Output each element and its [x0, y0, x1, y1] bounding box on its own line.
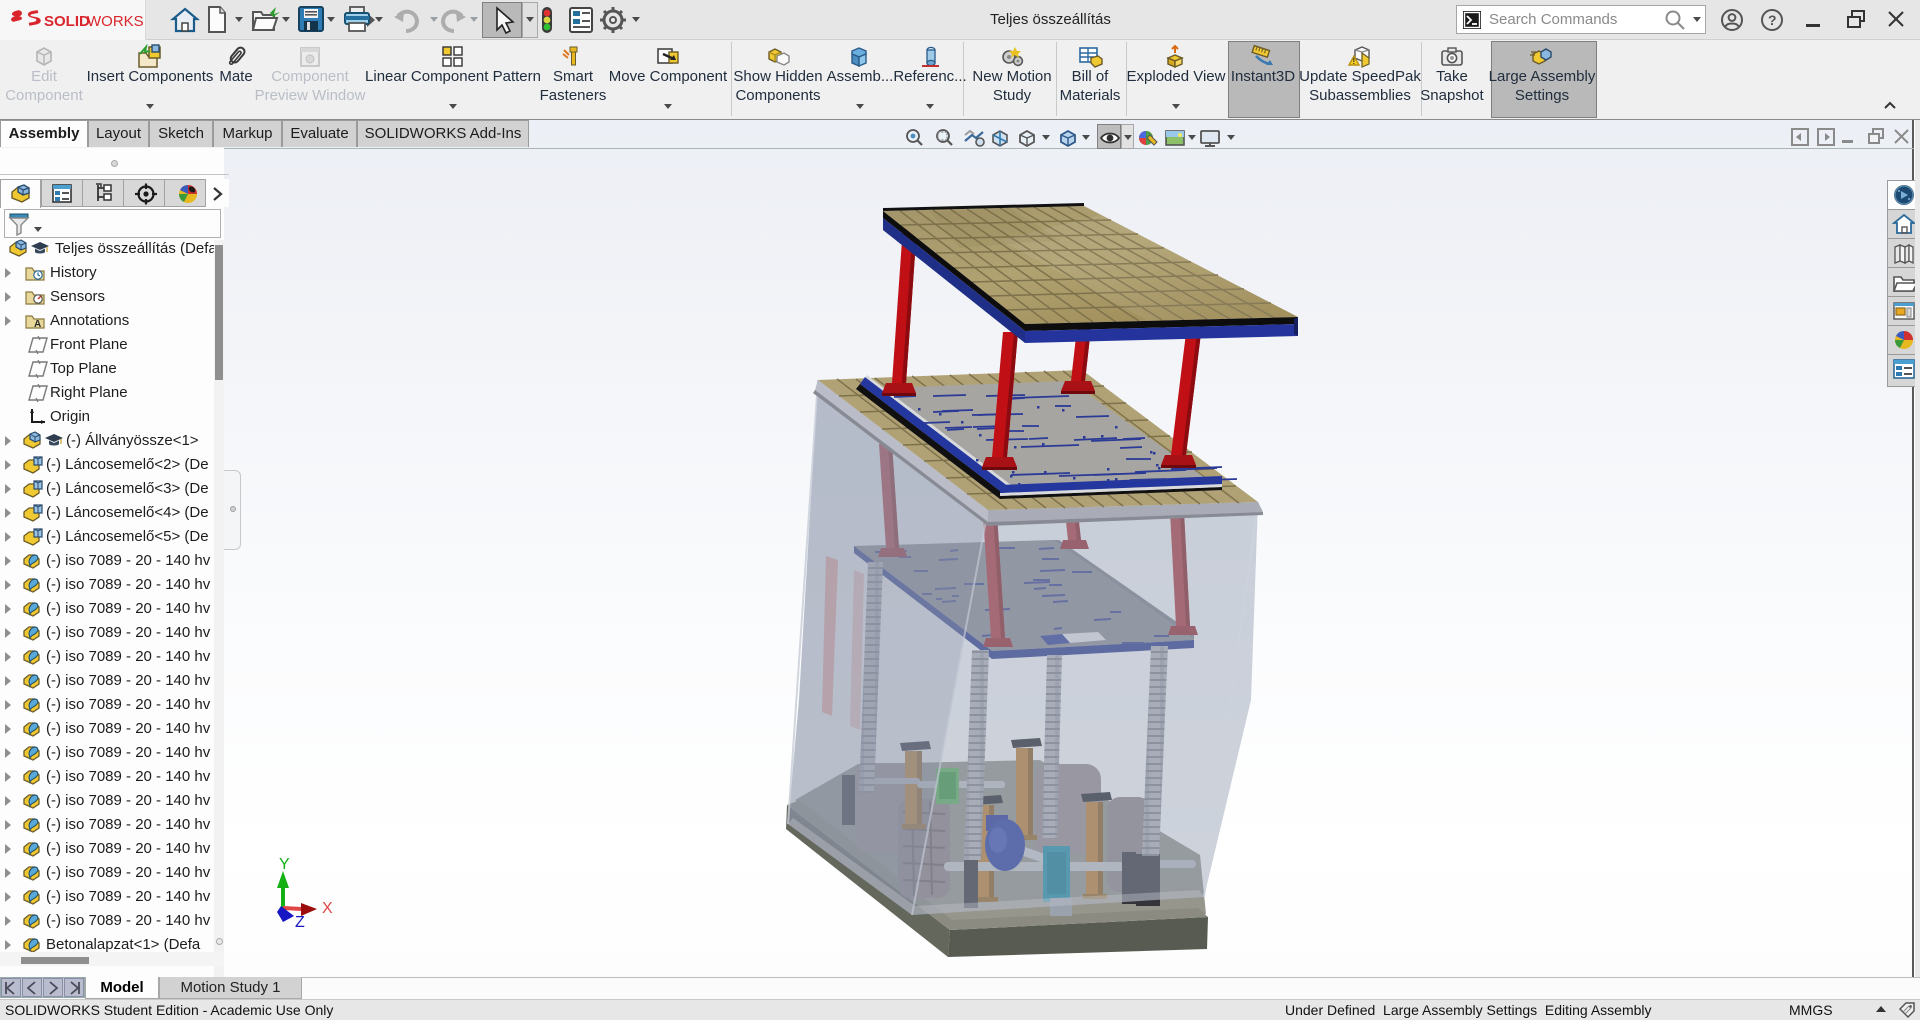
svg-text:?: ?: [1768, 12, 1777, 28]
svg-text:SOLID: SOLID: [44, 13, 90, 30]
svg-text:A: A: [34, 319, 41, 330]
svg-text:!: !: [1353, 57, 1356, 66]
svg-text:WORKS: WORKS: [87, 13, 144, 30]
